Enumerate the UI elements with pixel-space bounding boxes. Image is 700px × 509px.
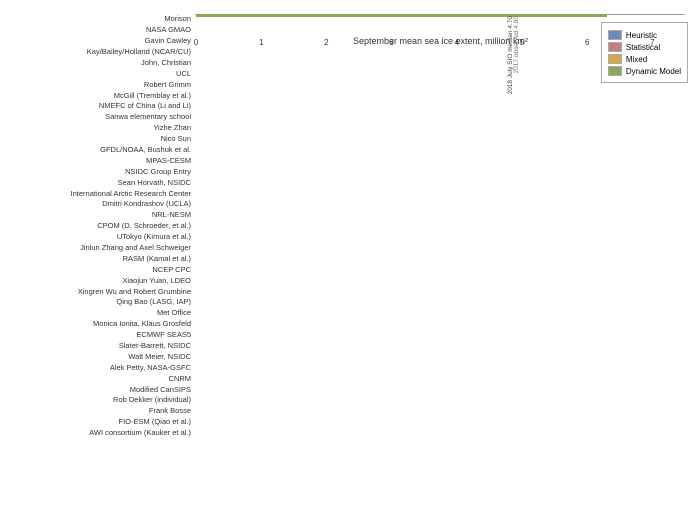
- y-axis-label: NASA GMAO: [10, 26, 191, 34]
- ref-label-2018: 2018 July SIO median 4.70: [507, 16, 514, 94]
- y-axis-labels: Morison NASA GMAO Gavin Cawley Kay/Bailey/H…: [10, 14, 195, 439]
- y-axis-label: Frank Bosse: [10, 407, 191, 415]
- y-axis-label: ECMWF SEAS5: [10, 331, 191, 339]
- y-axis-label: McGill (Tremblay et al.): [10, 92, 191, 100]
- y-axis-label: Slater-Barrett, NSIDC: [10, 342, 191, 350]
- y-axis-label: GFDL/NOAA, Bushuk et al.: [10, 146, 191, 154]
- y-axis-label: NRL-NESM: [10, 211, 191, 219]
- y-axis-label: Modified CanSIPS: [10, 386, 191, 394]
- y-axis-label: NCEP CPC: [10, 266, 191, 274]
- y-axis-label: Jinlun Zhang and Axel Schweiger: [10, 244, 191, 252]
- y-axis-label: UCL: [10, 70, 191, 78]
- y-axis-label: NMEFC of China (Li and Li): [10, 102, 191, 110]
- y-axis-label: Alek Petty, NASA-GSFC: [10, 364, 191, 372]
- y-axis-label: International Arctic Research Center: [10, 190, 191, 198]
- chart-plot: 01234567 September mean sea ice extent, …: [195, 14, 685, 15]
- y-axis-label: Monica Ionita, Klaus Grosfeld: [10, 320, 191, 328]
- ref-label-2017: 2017 observed 4.80: [513, 16, 520, 73]
- y-axis-label: Walt Meier, NSIDC: [10, 353, 191, 361]
- y-axis-label: John, Christian: [10, 59, 191, 67]
- y-axis-label: MPAS-CESM: [10, 157, 191, 165]
- y-axis-label: UTokyo (Kimura et al.): [10, 233, 191, 241]
- y-axis-label: AWI consortium (Kauker et al.): [10, 429, 191, 437]
- y-axis-label: CNRM: [10, 375, 191, 383]
- y-axis-label: Robert Grimm: [10, 81, 191, 89]
- y-axis-label: Nico Sun: [10, 135, 191, 143]
- y-axis-label: Xingren Wu and Robert Grumbine: [10, 288, 191, 296]
- y-axis-label: Sanwa elementary school: [10, 113, 191, 121]
- y-axis-label: Met Office: [10, 309, 191, 317]
- y-axis-label: RASM (Kamal et al.): [10, 255, 191, 263]
- y-axis-label: Rob Dekker (individual): [10, 396, 191, 404]
- y-axis-label: Sean Horvath, NSIDC: [10, 179, 191, 187]
- y-axis-label: Gavin Cawley: [10, 37, 191, 45]
- y-axis-label: Morison: [10, 15, 191, 23]
- y-axis-label: NSIDC Group Entry: [10, 168, 191, 176]
- y-axis-label: Xiaojun Yuan, LDEO: [10, 277, 191, 285]
- x-axis-title: September mean sea ice extent, million k…: [196, 36, 685, 46]
- y-axis-label: Yizhe Zhan: [10, 124, 191, 132]
- y-axis-label: FIO-ESM (Qiao et al.): [10, 418, 191, 426]
- y-axis-label: CPOM (D. Schroeder, et al.): [10, 222, 191, 230]
- bar: [196, 14, 607, 17]
- y-axis-label: Qing Bao (LASG, IAP): [10, 298, 191, 306]
- y-axis-label: Dmitri Kondrashov (UCLA): [10, 200, 191, 208]
- y-axis-label: Kay/Bailey/Holland (NCAR/CU): [10, 48, 191, 56]
- chart-container: HeuristicStatisticalMixedDynamic Model M…: [0, 0, 700, 509]
